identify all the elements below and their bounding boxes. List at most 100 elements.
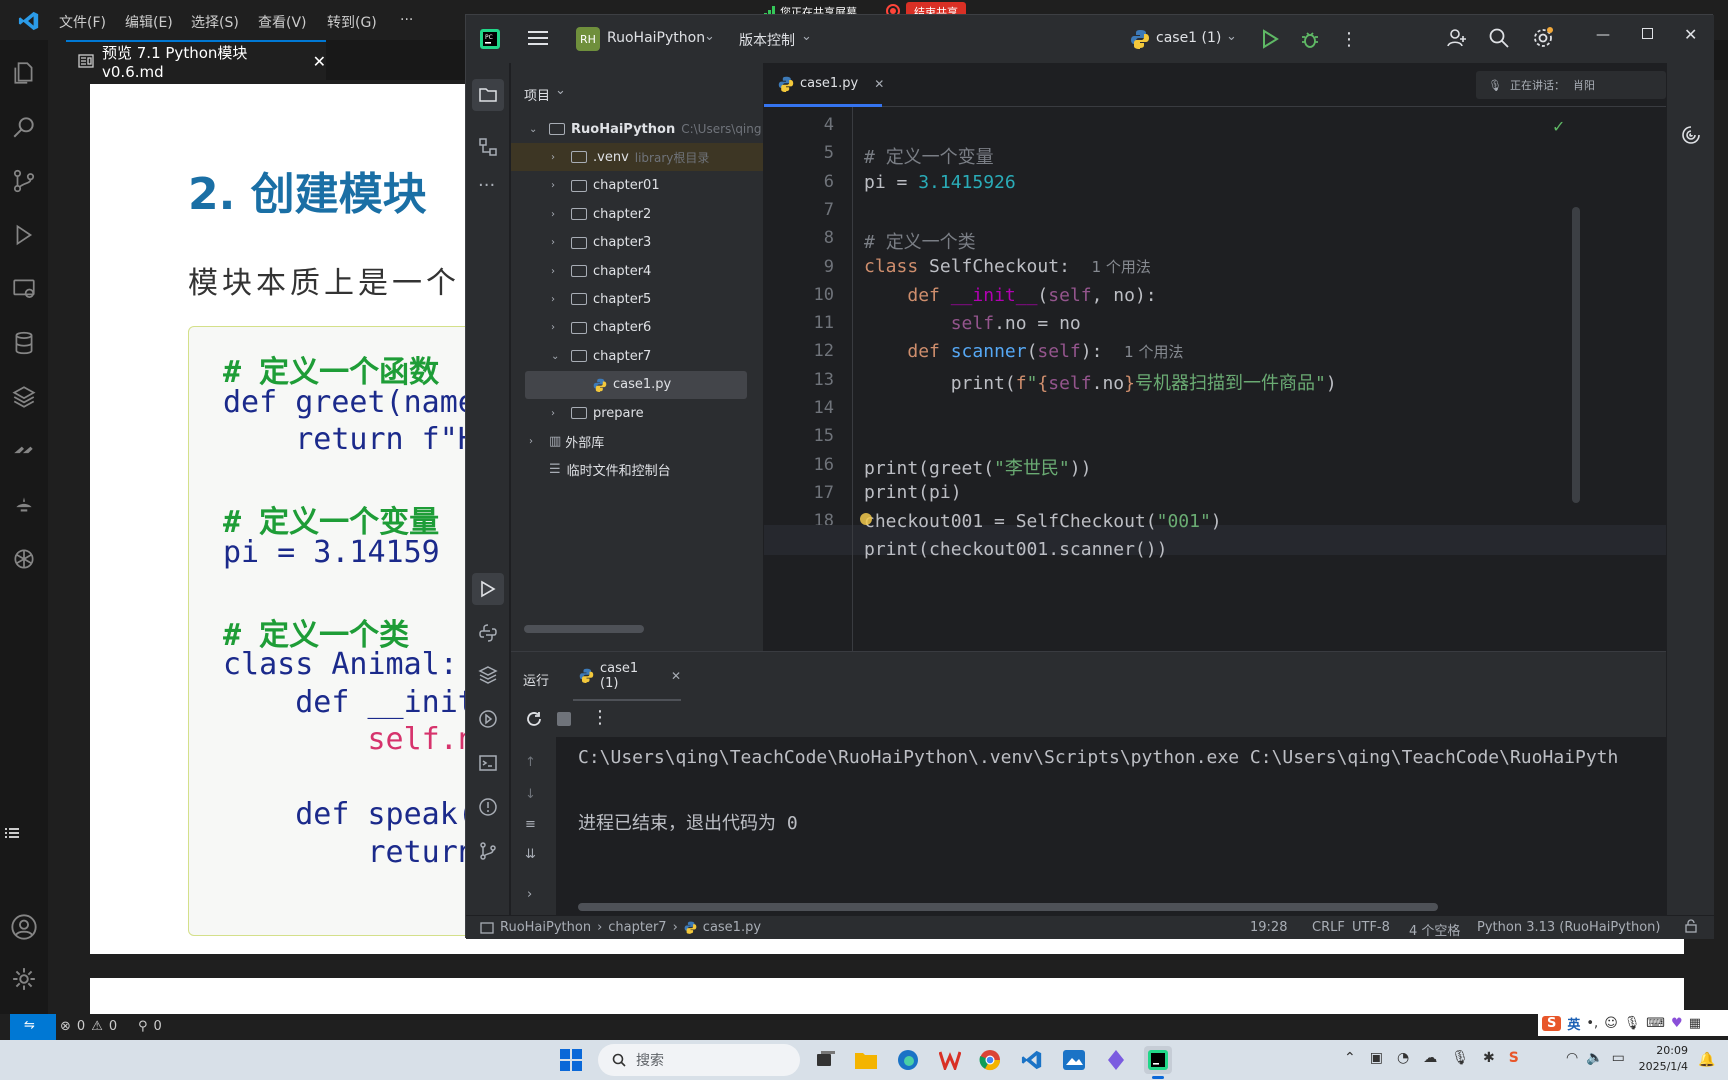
emoji-icon[interactable]: ☺ xyxy=(1604,1016,1618,1031)
soft-wrap-icon[interactable]: ≡ xyxy=(525,817,536,832)
file-explorer-icon[interactable] xyxy=(852,1046,880,1074)
run-config-selector[interactable]: case1 (1) xyxy=(1156,30,1221,46)
tree-item[interactable]: ⌄ RuoHaiPython C:\Users\qing xyxy=(511,115,763,143)
tree-item[interactable]: › chapter5 xyxy=(511,285,763,313)
chevron-down-icon[interactable]: ⌄ xyxy=(551,351,563,362)
stop-icon[interactable] xyxy=(557,712,571,726)
tray-expand-icon[interactable]: ⌃ xyxy=(1344,1050,1356,1066)
tree-item[interactable]: › chapter4 xyxy=(511,257,763,285)
tray-mic-icon[interactable]: 🎙 xyxy=(1451,1050,1469,1066)
indent-setting[interactable]: 4 个空格 xyxy=(1409,920,1460,939)
usage-hint[interactable]: 1 个用法 xyxy=(1124,343,1183,361)
intention-bulb-icon[interactable] xyxy=(860,513,872,525)
wps-icon[interactable] xyxy=(936,1046,964,1074)
lamp-icon[interactable] xyxy=(0,480,48,530)
expand-icon[interactable]: › xyxy=(527,887,532,902)
python-packages-icon[interactable] xyxy=(478,665,498,685)
chevron-right-icon[interactable]: › xyxy=(551,152,563,163)
project-panel-title[interactable]: 项目 xyxy=(524,85,550,104)
run-console[interactable]: C:\Users\qing\TeachCode\RuoHaiPython\.ve… xyxy=(556,737,1666,917)
extension-icon[interactable] xyxy=(0,426,48,476)
search-icon[interactable] xyxy=(0,102,48,152)
chevron-right-icon[interactable]: › xyxy=(551,180,563,191)
tree-item[interactable]: case1.py xyxy=(525,370,747,399)
network-volume-battery[interactable]: ◠ 🔈 ▭ xyxy=(1566,1050,1625,1066)
remote-explorer-icon[interactable] xyxy=(0,264,48,314)
menu-file[interactable]: 文件(F) xyxy=(59,12,106,32)
window-close-icon[interactable]: ✕ xyxy=(1684,25,1697,44)
scroll-to-end-icon[interactable]: ⇊ xyxy=(525,847,536,862)
chevron-right-icon[interactable]: › xyxy=(551,322,563,333)
lock-icon[interactable] xyxy=(1684,919,1698,933)
account-icon[interactable] xyxy=(0,902,48,952)
run-tool-icon[interactable] xyxy=(472,573,504,605)
task-view-icon[interactable] xyxy=(812,1046,840,1074)
more-options-icon[interactable]: ⋮ xyxy=(591,707,609,728)
minimize-icon[interactable]: — xyxy=(1596,27,1610,43)
add-user-icon[interactable] xyxy=(1446,27,1468,49)
main-menu-icon[interactable] xyxy=(528,29,548,47)
close-tab-icon[interactable]: ✕ xyxy=(313,52,326,71)
maximize-icon[interactable] xyxy=(1642,28,1653,39)
structure-tool-icon[interactable] xyxy=(478,137,498,157)
project-tool-icon[interactable] xyxy=(472,79,504,111)
openai-icon[interactable] xyxy=(0,534,48,584)
ide-settings-icon[interactable] xyxy=(1532,27,1554,49)
tray-bt-icon[interactable]: ✱ xyxy=(1483,1050,1495,1066)
chevron-right-icon[interactable]: › xyxy=(551,209,563,220)
breadcrumb-folder[interactable]: chapter7 xyxy=(608,920,666,935)
chevron-right-icon[interactable]: › xyxy=(551,408,563,419)
chevron-down-icon[interactable]: ⌄ xyxy=(529,124,541,135)
more-tools-icon[interactable]: ··· xyxy=(478,175,495,196)
tray-app-icon[interactable]: ▣ xyxy=(1370,1050,1383,1066)
editor-scrollbar[interactable] xyxy=(1572,207,1580,503)
ai-assistant-icon[interactable] xyxy=(1681,125,1701,145)
more-actions-icon[interactable]: ⋮ xyxy=(1340,29,1358,50)
tree-item[interactable]: › ▥ 外部库 xyxy=(511,427,763,455)
editor-tab-case1[interactable]: case1.py ✕ xyxy=(764,63,884,107)
python-interpreter[interactable]: Python 3.13 (RuoHaiPython) xyxy=(1477,920,1660,935)
tray-sync-icon[interactable]: ◔ xyxy=(1397,1050,1409,1066)
tree-item[interactable]: ⌄ chapter7 xyxy=(511,342,763,370)
vcs-menu[interactable]: 版本控制 xyxy=(739,30,795,50)
punctuation-icon[interactable]: •, xyxy=(1586,1016,1598,1031)
database-icon[interactable] xyxy=(0,318,48,368)
edge-icon[interactable] xyxy=(894,1046,922,1074)
menu-selection[interactable]: 选择(S) xyxy=(191,12,239,32)
tree-item[interactable]: › .venv library根目录 xyxy=(511,143,763,172)
tree-item[interactable]: › chapter3 xyxy=(511,229,763,257)
tree-item[interactable]: › prepare xyxy=(511,399,763,427)
python-console-icon[interactable] xyxy=(478,623,498,643)
menu-edit[interactable]: 编辑(E) xyxy=(125,12,173,32)
chevron-right-icon[interactable]: › xyxy=(551,237,563,248)
code-editor[interactable]: 45678910111213141516171819 ✓ # 定义一个变量 pi… xyxy=(764,107,1666,651)
run-debug-icon[interactable] xyxy=(0,210,48,260)
line-separator[interactable]: CRLF xyxy=(1312,920,1345,935)
chevron-right-icon[interactable]: › xyxy=(551,294,563,305)
close-tab-icon[interactable]: ✕ xyxy=(874,77,884,91)
source-control-icon[interactable] xyxy=(0,156,48,206)
problems-icon[interactable] xyxy=(478,797,498,817)
services-icon[interactable] xyxy=(478,709,498,729)
menu-goto[interactable]: 转到(G) xyxy=(327,12,377,32)
tray-sogou-icon[interactable]: S xyxy=(1509,1050,1519,1066)
chevron-right-icon[interactable]: › xyxy=(529,436,541,447)
tree-scrollbar[interactable] xyxy=(524,625,644,633)
run-tab[interactable]: case1 (1) ✕ xyxy=(573,652,681,702)
remote-indicator[interactable]: ⇋ xyxy=(10,1014,56,1040)
close-tab-icon[interactable]: ✕ xyxy=(671,669,681,683)
chrome-icon[interactable] xyxy=(976,1046,1004,1074)
scroll-up-icon[interactable]: ↑ xyxy=(525,755,536,770)
preview-tab[interactable]: 预览 7.1 Python模块v0.6.md ✕ xyxy=(66,40,326,81)
chevron-right-icon[interactable]: › xyxy=(551,266,563,277)
pycharm-taskbar-icon[interactable] xyxy=(1144,1046,1172,1074)
settings-gear-icon[interactable] xyxy=(0,954,48,1004)
ports-status[interactable]: ⚲ 0 xyxy=(138,1019,162,1034)
taskbar-search[interactable]: 搜索 xyxy=(598,1044,800,1076)
tree-item[interactable]: ☰ 临时文件和控制台 xyxy=(511,456,763,484)
ime-mode[interactable]: 英 xyxy=(1567,1014,1580,1033)
console-scrollbar[interactable] xyxy=(578,903,1438,911)
app-icon[interactable] xyxy=(1102,1046,1130,1074)
caret-position[interactable]: 19:28 xyxy=(1250,920,1287,935)
run-icon[interactable] xyxy=(1261,29,1279,49)
